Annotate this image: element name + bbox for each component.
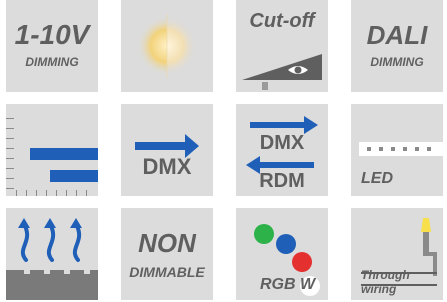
- tile-subtitle: DIMMING: [370, 55, 424, 69]
- tile-through-wiring: Through wiring: [351, 208, 443, 300]
- tile-dmx-rdm: DMX RDM: [236, 104, 328, 196]
- tile-cut-off: Cut-off: [236, 0, 328, 92]
- tile-subtitle: DIMMABLE: [129, 264, 205, 280]
- through-label: Through: [361, 268, 410, 282]
- tile-linear-beam: [6, 104, 98, 196]
- rdm-label: RDM: [259, 170, 305, 192]
- tile-rgbw: RGB W: [236, 208, 328, 300]
- tile-led-strip: LED: [351, 104, 443, 196]
- linear-beam-icon: [6, 118, 98, 196]
- tile-heat-dissipation: [6, 208, 98, 300]
- dmx-arrow-icon: [135, 134, 199, 158]
- tile-color-temperature: [121, 0, 213, 92]
- tile-non-dimmable: NON DIMMABLE: [121, 208, 213, 300]
- dmx-label: DMX: [259, 132, 305, 154]
- color-temperature-icon: [137, 14, 197, 78]
- w-label: W: [300, 276, 316, 293]
- rgb-label: RGB: [260, 276, 296, 293]
- dmx-label: DMX: [142, 154, 192, 179]
- wiring-label: wiring: [361, 282, 397, 296]
- tile-dmx: DMX: [121, 104, 213, 196]
- tile-title: NON: [138, 228, 196, 258]
- tile-subtitle: DIMMING: [25, 55, 79, 69]
- cut-off-eye-icon: [242, 54, 322, 90]
- tile-title: DALI: [366, 20, 428, 50]
- led-label: LED: [361, 170, 393, 187]
- heat-dissipation-arrows-icon: [6, 218, 98, 300]
- tile-dali-dimming: DALI DIMMING: [351, 0, 443, 92]
- tile-title: 1-10V: [14, 19, 90, 50]
- tile-1-10v-dimming: 1-10V DIMMING: [6, 0, 98, 92]
